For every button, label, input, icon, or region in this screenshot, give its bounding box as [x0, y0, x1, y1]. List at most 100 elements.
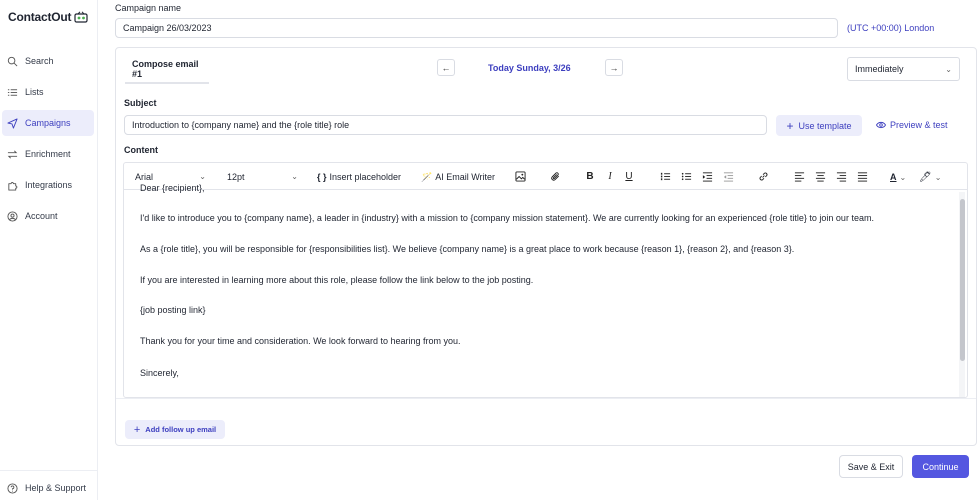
arrow-right-icon: →	[609, 62, 619, 73]
insert-link-button[interactable]	[756, 169, 770, 184]
use-template-label: Use template	[798, 120, 852, 131]
sidebar-item-help[interactable]: Help & Support	[2, 475, 94, 500]
ai-email-writer-button[interactable]: 🪄 AI Email Writer	[421, 169, 495, 185]
chevron-down-icon: ⌄	[199, 172, 206, 181]
email-paragraph: {job posting link}	[140, 305, 206, 315]
chevron-down-icon: ⌄	[899, 172, 907, 182]
search-icon	[7, 56, 18, 66]
puzzle-icon	[8, 181, 18, 191]
insert-image-button[interactable]	[513, 169, 527, 184]
plus-icon: +	[786, 118, 794, 133]
email-editor[interactable]: Arial ⌄ 12pt ⌄ { } Insert placeholder 🪄 …	[123, 162, 968, 398]
highlight-color-button[interactable]: 🖊 ⌄	[919, 169, 941, 185]
sidebar-item-label: Lists	[25, 87, 44, 97]
bold-button[interactable]: B	[583, 169, 597, 184]
sidebar-item-label: Search	[25, 56, 54, 66]
bold-icon: B	[586, 171, 594, 182]
prev-day-button[interactable]: ←	[437, 59, 455, 76]
underline-button[interactable]: U	[622, 169, 636, 184]
email-paragraph: As a {role title}, you will be responsib…	[140, 244, 795, 254]
add-follow-up-button[interactable]: + Add follow up email	[125, 420, 225, 439]
compose-panel: Compose email #1 ← Today Sunday, 3/26 → …	[115, 47, 977, 446]
editor-scrollbar-thumb[interactable]	[960, 199, 965, 361]
chevron-down-icon: ⌄	[934, 172, 942, 182]
text-color-icon: A	[890, 172, 897, 182]
sidebar-item-enrichment[interactable]: Enrichment	[2, 141, 94, 167]
font-size-select[interactable]: 12pt ⌄	[221, 168, 301, 185]
numbered-list-icon	[660, 172, 670, 181]
use-template-button[interactable]: + Use template	[776, 115, 862, 136]
sidebar-footer: Help & Support	[0, 470, 98, 500]
align-center-icon	[815, 172, 825, 182]
preview-test-link[interactable]: Preview & test	[876, 120, 948, 130]
indent-icon	[702, 172, 712, 182]
save-exit-button[interactable]: Save & Exit	[839, 455, 903, 478]
schedule-select-value: Immediately	[855, 64, 904, 74]
sidebar: ContactOut Search Lists Campaigns Enrich…	[0, 0, 98, 500]
align-center-button[interactable]	[813, 169, 827, 184]
sidebar-item-label: Help & Support	[25, 483, 87, 493]
sidebar-item-label: Campaigns	[25, 118, 71, 128]
sidebar-item-label: Account	[25, 211, 58, 221]
timezone-link[interactable]: (UTC +00:00) London	[847, 23, 934, 33]
editor-fade	[125, 380, 960, 396]
swap-icon	[7, 150, 18, 158]
plus-icon: +	[133, 423, 141, 436]
italic-button[interactable]: I	[603, 169, 617, 184]
logo-text: ContactOut	[8, 10, 72, 24]
sidebar-item-lists[interactable]: Lists	[2, 79, 94, 105]
numbered-list-button[interactable]	[658, 169, 672, 184]
bullet-list-button[interactable]	[679, 169, 693, 184]
font-family-value: Arial	[135, 171, 154, 182]
indent-button[interactable]	[700, 169, 714, 184]
insert-placeholder-button[interactable]: { } Insert placeholder	[317, 169, 401, 185]
email-paragraph: Thank you for your time and consideratio…	[140, 336, 461, 346]
subject-label: Subject	[124, 98, 157, 108]
sidebar-nav: Search Lists Campaigns Enrichment Integr…	[0, 48, 98, 234]
highlighter-icon: 🖊	[919, 171, 932, 183]
user-circle-icon	[7, 210, 18, 222]
list-icon	[7, 88, 18, 96]
outdent-button[interactable]	[721, 169, 735, 184]
magic-wand-icon: 🪄	[421, 171, 433, 182]
image-icon	[514, 171, 526, 182]
sidebar-item-account[interactable]: Account	[2, 203, 94, 229]
sidebar-item-label: Enrichment	[25, 149, 71, 159]
preview-test-label: Preview & test	[890, 120, 948, 130]
campaign-name-label: Campaign name	[115, 3, 182, 13]
chevron-down-icon: ⌄	[291, 172, 298, 181]
email-paragraph: If you are interested in learning more a…	[140, 275, 534, 285]
add-follow-up-label: Add follow up email	[145, 425, 217, 434]
bullet-list-icon	[681, 172, 691, 181]
align-right-icon	[836, 172, 846, 182]
align-right-button[interactable]	[834, 169, 848, 184]
align-justify-button[interactable]	[855, 169, 869, 184]
align-left-button[interactable]	[792, 169, 806, 184]
subject-input[interactable]: Introduction to {company name} and the {…	[124, 115, 767, 135]
campaign-name-input[interactable]: Campaign 26/03/2023	[115, 18, 838, 38]
font-size-value: 12pt	[227, 171, 245, 182]
arrow-left-icon: ←	[441, 62, 451, 73]
logo-icon	[74, 11, 88, 23]
sidebar-item-search[interactable]: Search	[2, 48, 94, 74]
attach-button[interactable]	[548, 169, 562, 184]
logo[interactable]: ContactOut	[8, 10, 88, 24]
continue-button[interactable]: Continue	[912, 455, 969, 478]
insert-placeholder-label: Insert placeholder	[329, 172, 402, 182]
email-paragraph: Dear {recipient},	[140, 183, 205, 193]
main-content: Campaign name Campaign 26/03/2023 (UTC +…	[98, 0, 978, 500]
eye-icon	[876, 121, 886, 129]
editor-toolbar: Arial ⌄ 12pt ⌄ { } Insert placeholder 🪄 …	[124, 163, 967, 190]
next-day-button[interactable]: →	[605, 59, 623, 76]
email-paragraph: I'd like to introduce you to {company na…	[140, 213, 874, 223]
send-icon	[7, 117, 18, 129]
email-paragraph: Sincerely,	[140, 368, 179, 378]
text-color-button[interactable]: A ⌄	[890, 169, 906, 185]
outdent-icon	[723, 172, 733, 182]
sidebar-item-campaigns[interactable]: Campaigns	[2, 110, 94, 136]
paperclip-icon	[550, 172, 559, 181]
tab-compose-email-1[interactable]: Compose email #1	[125, 56, 209, 84]
align-left-icon	[794, 172, 804, 182]
schedule-select[interactable]: Immediately ⌄	[847, 57, 960, 81]
sidebar-item-integrations[interactable]: Integrations	[2, 172, 94, 198]
